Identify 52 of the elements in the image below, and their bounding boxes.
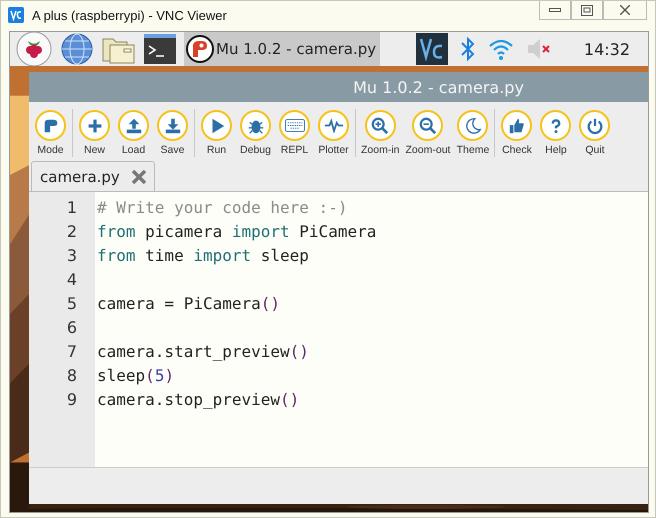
- moon-icon: [464, 116, 482, 134]
- line-number: 4: [66, 269, 78, 291]
- minimize-icon: [549, 8, 561, 12]
- thumbs-up-icon: [508, 116, 526, 134]
- code-editor[interactable]: 1 2 3 4 5 6 7 8 9 # Write your code here :-) from picamera import PiCamera from time import sleep camera = PiCamera() camera.start_preview() sleep(5) camera.stop_preview(): [29, 192, 648, 467]
- vnc-logo-icon: [8, 7, 24, 23]
- code-line: camera.stop_preview(): [97, 390, 300, 409]
- tab-label: camera.py: [40, 168, 120, 186]
- line-number: 8: [66, 365, 78, 387]
- raspberry-icon[interactable]: [16, 32, 52, 67]
- vnc-icon[interactable]: [416, 33, 448, 65]
- maximize-button[interactable]: [571, 1, 603, 20]
- code-line: # Write your code here :-): [97, 198, 348, 217]
- globe-icon[interactable]: [60, 32, 94, 66]
- window-title: Mu 1.0.2 - camera.py: [353, 78, 524, 96]
- toolbar-button[interactable]: Zoom-in: [358, 110, 403, 156]
- line-number: 1: [66, 197, 78, 219]
- clock: 14:32: [584, 40, 630, 58]
- taskbar-task-button[interactable]: Mu 1.0.2 - camera.py: [184, 32, 380, 66]
- muted-speaker-icon[interactable]: [526, 37, 552, 61]
- code-line: camera.start_preview(): [97, 342, 309, 361]
- wifi-icon[interactable]: [488, 37, 514, 61]
- close-icon[interactable]: [132, 170, 146, 184]
- toolbar-button[interactable]: Zoom-out: [402, 110, 454, 156]
- close-icon: [620, 5, 630, 15]
- line-number: 6: [66, 317, 78, 339]
- file-tab[interactable]: camera.py: [31, 161, 155, 191]
- mu-logo-icon: [186, 35, 214, 63]
- download-icon: [164, 116, 182, 134]
- zoom-in-icon: [371, 116, 390, 134]
- zoom-out-icon: [418, 116, 437, 134]
- pulse-icon: [324, 118, 344, 133]
- keyboard-icon: [284, 119, 304, 132]
- power-icon: [586, 116, 604, 134]
- bluetooth-icon[interactable]: [460, 36, 476, 62]
- upload-icon: [124, 116, 142, 134]
- line-number: 2: [66, 221, 78, 243]
- window-title: A plus (raspberrypi) - VNC Viewer: [32, 8, 227, 22]
- mode-icon: [42, 116, 60, 134]
- code-line: from picamera import PiCamera: [97, 222, 376, 241]
- code-line: camera = PiCamera(): [97, 294, 280, 313]
- line-number: 7: [66, 341, 78, 363]
- plus-icon: [86, 118, 102, 134]
- minimize-button[interactable]: [539, 1, 571, 20]
- line-number: 3: [66, 245, 78, 267]
- line-number: 5: [66, 293, 78, 315]
- line-number: 9: [66, 389, 78, 411]
- terminal-icon[interactable]: [144, 34, 176, 64]
- code-line: from time import sleep: [97, 246, 309, 265]
- maximize-icon: [581, 4, 593, 16]
- close-button[interactable]: [603, 1, 647, 20]
- code-line: sleep(5): [97, 366, 174, 385]
